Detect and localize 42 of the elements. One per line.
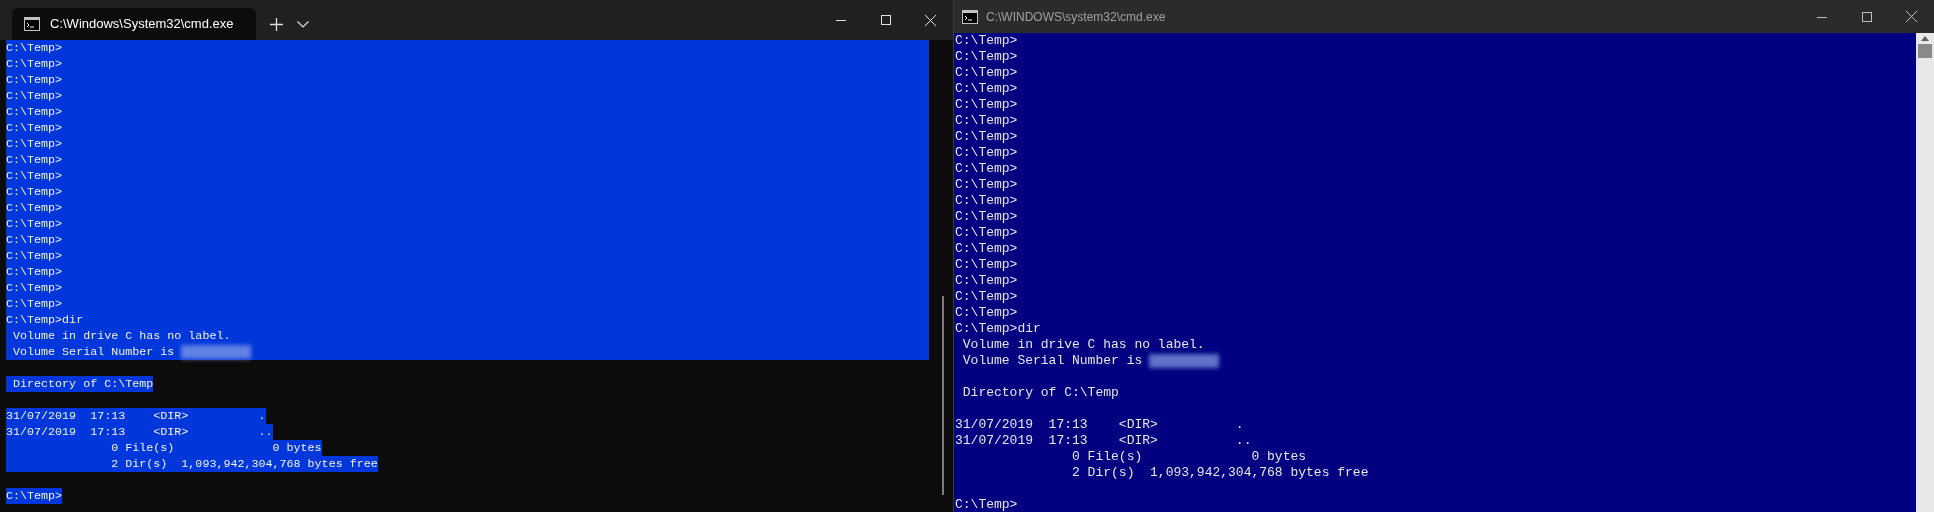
console-line: C:\Temp> — [955, 65, 1018, 81]
tab-title: C:\Windows\System32\cmd.exe — [50, 15, 234, 34]
console-line: Directory of C:\Temp — [961, 385, 1119, 401]
console-line: C:\Temp> — [955, 305, 1018, 321]
console-line: C:\Temp> — [955, 225, 1018, 241]
scrollbar-thumb[interactable] — [942, 296, 944, 495]
console-line: C:\Temp> — [955, 145, 1018, 161]
console-line: C:\Temp> — [955, 497, 1018, 512]
console-line: 2 Dir(s) 1,093,942,304,768 bytes free — [1071, 465, 1369, 481]
terminal-tab[interactable]: C:\Windows\System32\cmd.exe — [12, 8, 256, 40]
console-line: C:\Temp> — [955, 97, 1018, 113]
console-line: C:\Temp> — [955, 113, 1018, 129]
console-line: C:\Temp> — [955, 129, 1018, 145]
scrollbar[interactable] — [1916, 33, 1934, 512]
console-line: C:\Temp> — [955, 161, 1018, 177]
console-line: C:\Temp> — [955, 273, 1018, 289]
new-tab-icon[interactable] — [270, 17, 283, 31]
console-line: Volume in drive C has no label. — [961, 337, 1205, 353]
console-line: Volume Serial Number is — [955, 353, 1220, 369]
scrollbar-thumb[interactable] — [1918, 44, 1932, 58]
close-icon — [925, 14, 936, 26]
console-line: 31/07/2019 17:13 <DIR> . — [955, 417, 1244, 433]
console-line: C:\Temp> — [955, 257, 1018, 273]
console-line: C:\Temp> — [955, 33, 1018, 49]
console-line: C:\Temp> — [955, 241, 1018, 257]
console-line: C:\Temp>dir — [955, 321, 1041, 337]
console-icon — [962, 9, 978, 24]
console-icon — [24, 17, 40, 31]
console-line: C:\Temp> — [955, 81, 1018, 97]
maximize-icon — [1861, 11, 1872, 22]
console-line: 0 File(s) 0 bytes — [1071, 449, 1307, 465]
console-line: C:\Temp> — [955, 177, 1018, 193]
close-icon — [1906, 11, 1917, 22]
console-line: C:\Temp> — [955, 49, 1018, 65]
console-line: 31/07/2019 17:13 <DIR> .. — [955, 433, 1252, 449]
console-line: C:\Temp> — [955, 209, 1018, 225]
scroll-up-icon[interactable] — [1921, 36, 1929, 41]
console-line: C:\Temp> — [955, 289, 1018, 305]
window-title: C:\WINDOWS\system32\cmd.exe — [986, 8, 1166, 26]
maximize-icon — [880, 15, 891, 25]
chevron-down-icon[interactable] — [297, 20, 309, 28]
console-line: C:\Temp> — [955, 193, 1018, 209]
